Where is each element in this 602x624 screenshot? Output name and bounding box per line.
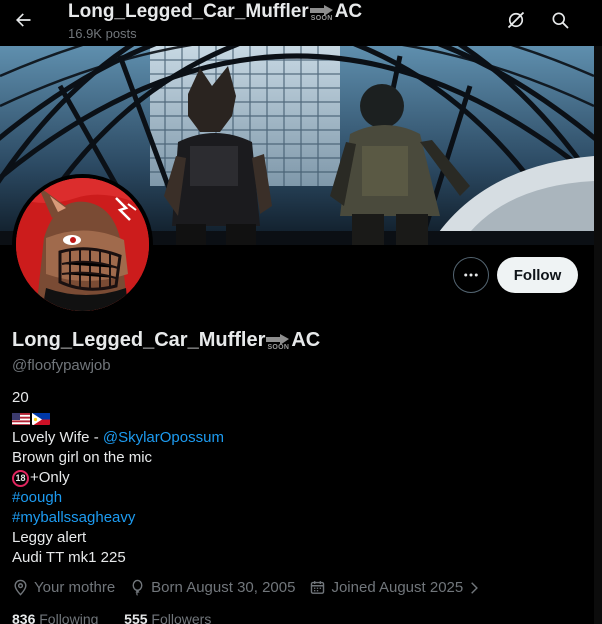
bio-wife: Lovely Wife - @SkylarOpossum bbox=[12, 428, 224, 448]
follow-button[interactable]: Follow bbox=[497, 257, 578, 293]
avatar[interactable] bbox=[12, 174, 153, 315]
bio-flags bbox=[12, 408, 224, 428]
soon-text: SOON bbox=[310, 15, 333, 22]
bio-alert: Leggy alert bbox=[12, 529, 87, 546]
birthday-item: Born August 30, 2005 bbox=[129, 579, 295, 596]
wife-mention-link[interactable]: @SkylarOpossum bbox=[103, 428, 224, 448]
followers-link[interactable]: 555 Followers bbox=[124, 611, 211, 624]
born-text: Born August 30, 2005 bbox=[151, 579, 296, 596]
display-name-main: Long_Legged_Car_Muffler bbox=[12, 329, 266, 351]
bio-18-only: 18 +Only bbox=[12, 468, 224, 488]
grok-icon bbox=[506, 10, 526, 30]
avatar-image bbox=[16, 178, 149, 311]
hashtag-link[interactable]: #oough bbox=[12, 488, 62, 508]
back-button[interactable] bbox=[8, 5, 38, 35]
posts-count: 16.9K posts bbox=[68, 26, 137, 41]
balloon-icon bbox=[132, 579, 143, 596]
profile-bio: 20 Lovely Wife - @SkylarOpossum Brown gi… bbox=[12, 388, 224, 568]
header-title-main: Long_Legged_Car_Muffler bbox=[68, 1, 309, 22]
us-flag-icon bbox=[12, 412, 30, 425]
bio-wife-prefix: Lovely Wife - bbox=[12, 429, 103, 446]
followers-label: Followers bbox=[151, 611, 212, 624]
location-pin-icon bbox=[14, 579, 27, 596]
bio-age: 20 bbox=[12, 389, 29, 406]
joined-item[interactable]: Joined August 2025 bbox=[309, 579, 481, 596]
more-options-button[interactable] bbox=[453, 257, 489, 293]
arrow-left-icon bbox=[16, 13, 31, 27]
top-bar: Long_Legged_Car_Muffler SOON AC 16.9K po… bbox=[0, 0, 602, 46]
followers-count: 555 bbox=[124, 611, 148, 624]
search-button[interactable] bbox=[545, 5, 575, 35]
display-name-tail: AC bbox=[291, 329, 321, 351]
more-dots-icon bbox=[464, 273, 478, 277]
location-item: Your mothre bbox=[12, 579, 115, 596]
location-text: Your mothre bbox=[34, 579, 116, 596]
soon-arrow-emoji: SOON bbox=[266, 333, 290, 352]
bio-mic: Brown girl on the mic bbox=[12, 449, 153, 466]
grok-button[interactable] bbox=[501, 5, 531, 35]
profile-display-name: Long_Legged_Car_Muffler SOON AC bbox=[12, 329, 320, 352]
hashtag-link[interactable]: #myballssagheavy bbox=[12, 508, 135, 528]
following-link[interactable]: 836 Following bbox=[12, 611, 98, 624]
bio-only-text: +Only bbox=[30, 469, 70, 486]
search-icon bbox=[552, 12, 569, 29]
profile-meta: Your mothre Born August 30, 2005 Joined … bbox=[12, 579, 495, 596]
joined-text: Joined August 2025 bbox=[331, 579, 464, 596]
header-title: Long_Legged_Car_Muffler SOON AC bbox=[68, 1, 362, 23]
following-count: 836 bbox=[12, 611, 36, 624]
philippines-flag-icon bbox=[32, 412, 50, 425]
scrollbar-track[interactable] bbox=[594, 46, 602, 624]
soon-text: SOON bbox=[267, 343, 290, 351]
follow-stats: 836 Following 555 Followers bbox=[12, 611, 211, 624]
bio-car: Audi TT mk1 225 bbox=[12, 549, 126, 566]
profile-handle: @floofypawjob bbox=[12, 357, 111, 374]
calendar-icon bbox=[311, 581, 325, 594]
following-label: Following bbox=[39, 611, 99, 624]
soon-arrow-emoji: SOON bbox=[309, 5, 334, 23]
chevron-right-icon bbox=[471, 581, 479, 594]
header-title-tail: AC bbox=[334, 1, 363, 22]
header-title-block: Long_Legged_Car_Muffler SOON AC 16.9K po… bbox=[68, 1, 362, 41]
no-under-18-icon: 18 bbox=[12, 469, 29, 487]
